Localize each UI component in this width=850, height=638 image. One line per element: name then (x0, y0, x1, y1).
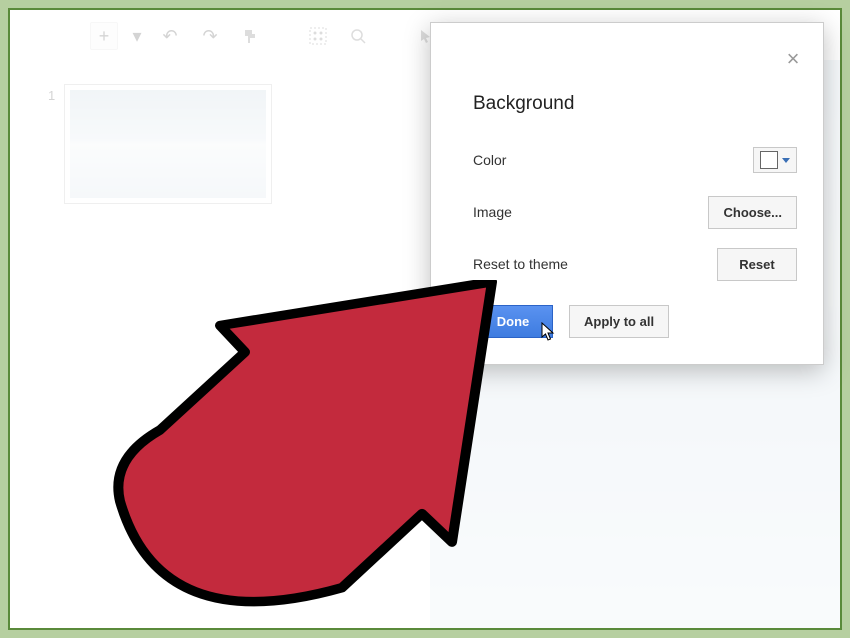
reset-button[interactable]: Reset (717, 248, 797, 281)
slide-thumbnail[interactable] (64, 84, 272, 204)
zoom-fit-button[interactable] (304, 22, 332, 50)
background-dialog: × Background Color Image Choose... Reset… (430, 22, 824, 365)
reset-row: Reset to theme Reset (473, 247, 797, 281)
redo-button[interactable]: ↷ (196, 22, 224, 50)
choose-image-button[interactable]: Choose... (708, 196, 797, 229)
image-label: Image (473, 204, 512, 220)
cursor-icon (540, 322, 558, 345)
new-slide-button[interactable]: + (90, 22, 118, 50)
slide-thumbnail-panel: 1 (10, 60, 310, 628)
zoom-button[interactable] (344, 22, 372, 50)
undo-button[interactable]: ↶ (156, 22, 184, 50)
done-button[interactable]: Done (473, 305, 553, 338)
slide-number: 1 (48, 88, 55, 103)
color-swatch (760, 151, 778, 169)
color-label: Color (473, 152, 506, 168)
reset-label: Reset to theme (473, 256, 568, 272)
color-picker[interactable] (753, 147, 797, 173)
image-row: Image Choose... (473, 195, 797, 229)
close-icon[interactable]: × (781, 47, 805, 71)
done-button-label: Done (497, 314, 530, 329)
apply-to-all-button[interactable]: Apply to all (569, 305, 669, 338)
chevron-down-icon (782, 158, 790, 163)
color-row: Color (473, 143, 797, 177)
dialog-title: Background (473, 93, 797, 115)
dialog-button-row: Done Apply to all (473, 305, 797, 338)
paint-format-button[interactable] (236, 22, 264, 50)
new-slide-dropdown[interactable]: ▾ (130, 22, 144, 50)
slide-thumbnail-image (70, 90, 266, 198)
